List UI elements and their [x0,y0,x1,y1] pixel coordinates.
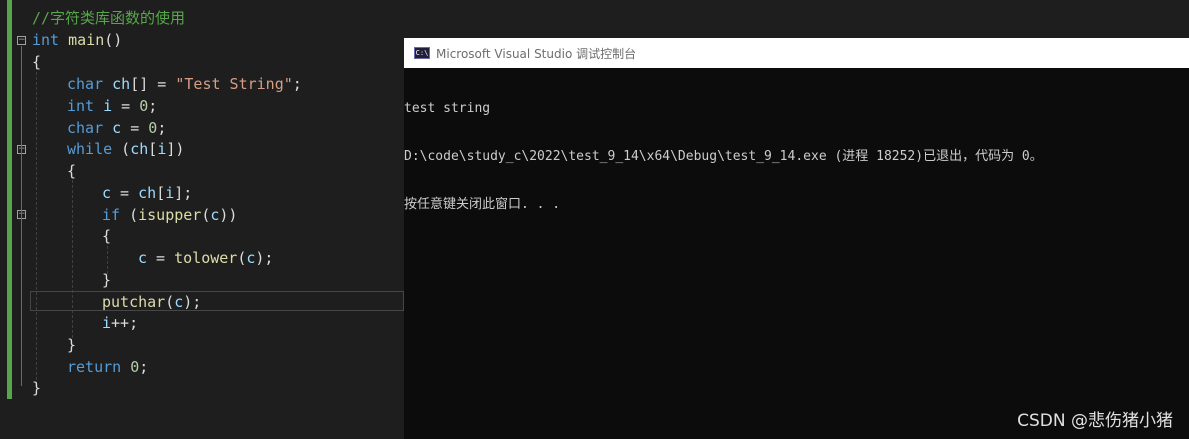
console-titlebar[interactable]: C:\ Microsoft Visual Studio 调试控制台 [404,38,1189,68]
debug-console-window[interactable]: C:\ Microsoft Visual Studio 调试控制台 test s… [404,38,1189,439]
token: i [102,314,112,332]
token: isupper [138,206,202,224]
indent-guide [72,180,73,338]
console-title: Microsoft Visual Studio 调试控制台 [436,46,637,61]
code-line-char-ch: char ch[] = "Test String"; [67,73,302,95]
fold-line [21,46,22,386]
token: ch [138,184,157,202]
code-line-if-open: { [102,227,112,245]
token: char [67,75,113,93]
token: ++; [111,314,139,332]
token: ; [148,97,158,115]
token: ( [165,293,175,311]
token: if [102,206,121,224]
token: = [111,184,139,202]
code-line-while: while (ch[i]) [67,138,184,160]
token: int [67,97,104,115]
code-line-putchar: putchar(c); [102,291,201,313]
token: while [67,140,113,158]
token: i [103,97,113,115]
token: ch [130,140,149,158]
token: [ [156,184,166,202]
console-line: D:\code\study_c\2022\test_9_14\x64\Debug… [404,149,1043,164]
token: c [112,119,122,137]
current-line-highlight [30,291,404,311]
csdn-watermark: CSDN @悲伤猪小猪 [1017,411,1173,431]
token: ]) [166,140,185,158]
token: int [32,31,60,49]
token: ; [157,119,167,137]
token: 0 [139,97,149,115]
token: 0 [130,358,140,376]
token: main [68,31,105,49]
code-line-main: int main() [32,31,123,49]
token: putchar [102,293,166,311]
token: i [157,140,167,158]
indent-guide [36,62,37,380]
token: tolower [174,249,238,267]
token: ]; [174,184,193,202]
token: "Test String" [175,75,293,93]
token: ch [112,75,131,93]
code-line-while-close: } [67,336,77,354]
token: = [121,119,149,137]
token: ); [183,293,202,311]
token: i [165,184,175,202]
code-line-char-c: char c = 0; [67,117,166,139]
code-editor[interactable]: − − − //字符类库函数的使用 int main() { char ch[]… [0,0,404,439]
token: c [138,249,148,267]
token: ( [112,140,131,158]
code-comment: //字符类库函数的使用 [32,9,186,27]
code-line-while-open: { [67,162,77,180]
code-line-open-brace: { [32,53,42,71]
token: ( [120,206,139,224]
token: ; [292,75,302,93]
collapse-main-icon[interactable]: − [17,36,26,45]
token: c [174,293,184,311]
token: 0 [148,119,158,137]
token: [] = [130,75,176,93]
token: = [112,97,140,115]
token: = [147,249,175,267]
code-line-if: if (isupper(c)) [102,204,237,226]
change-indicator-bar [7,0,12,399]
token: ); [255,249,274,267]
console-line: 按任意键关闭此窗口. . . [404,197,561,212]
token: ; [139,358,149,376]
code-line-int-i: int i = 0; [67,95,157,117]
code-line-if-close: } [102,271,112,289]
console-output: test string D:\code\study_c\2022\test_9_… [404,69,1189,245]
code-line-close-brace: } [32,379,42,397]
token: char [67,119,113,137]
code-line-return: return 0; [67,356,148,378]
code-line-assign: c = ch[i]; [102,182,192,204]
token: return [67,358,131,376]
code-line-increment: i++; [102,312,138,334]
console-app-icon: C:\ [414,47,430,59]
token: [ [148,140,158,158]
token: c [102,184,112,202]
code-line-tolower: c = tolower(c); [138,247,273,269]
token: )) [219,206,238,224]
console-line: test string [404,101,491,116]
